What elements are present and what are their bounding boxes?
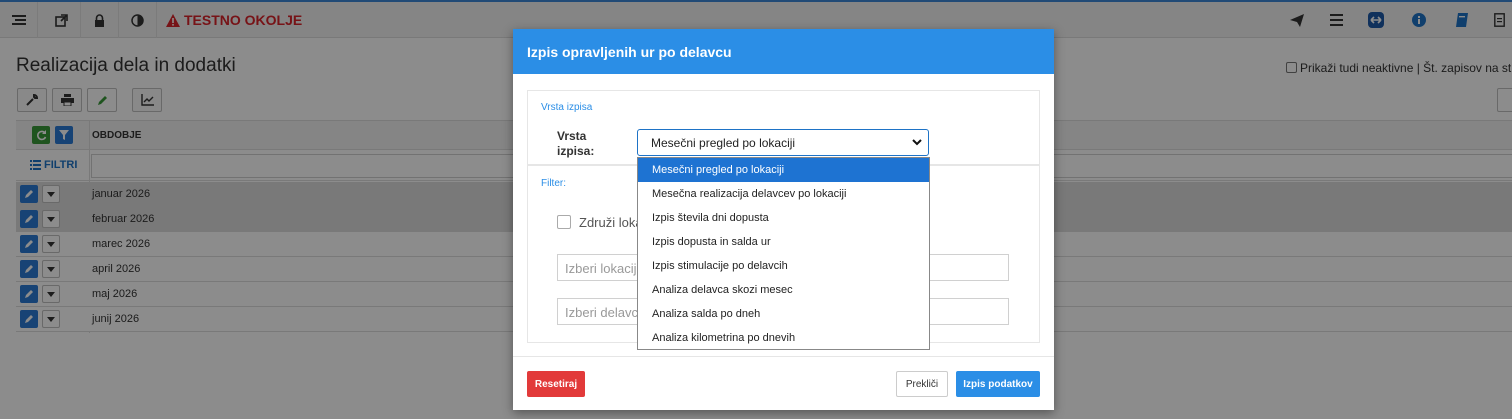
report-type-selected: Mesečni pregled po lokaciji [651, 136, 796, 150]
print-data-button[interactable]: Izpis podatkov [956, 371, 1040, 397]
dialog-footer-divider [513, 356, 1054, 357]
combine-locations-checkbox[interactable] [557, 215, 571, 229]
reset-button[interactable]: Resetiraj [527, 371, 585, 397]
report-type-dropdown: Mesečni pregled po lokaciji Mesečna real… [637, 157, 930, 350]
report-type-label-line1: Vrsta [557, 129, 587, 143]
dialog-title: Izpis opravljenih ur po delavcu [513, 29, 1054, 74]
dropdown-option[interactable]: Izpis števila dni dopusta [638, 206, 929, 230]
dropdown-option[interactable]: Izpis stimulacije po delavcih [638, 254, 929, 278]
dropdown-option[interactable]: Mesečni pregled po lokaciji [638, 158, 929, 182]
filter-section-title: Filter: [541, 178, 566, 189]
dropdown-option[interactable]: Analiza kilometrina po dnevih [638, 326, 929, 350]
report-type-label-line2: izpisa: [557, 144, 595, 158]
cancel-button[interactable]: Prekliči [896, 371, 948, 397]
combine-locations-label: Združi loka [579, 215, 643, 230]
report-type-section-title: Vrsta izpisa [541, 102, 593, 113]
dropdown-option[interactable]: Analiza delavca skozi mesec [638, 278, 929, 302]
report-type-select[interactable]: Mesečni pregled po lokaciji [637, 129, 929, 156]
dropdown-option[interactable]: Mesečna realizacija delavcev po lokaciji [638, 182, 929, 206]
dropdown-option[interactable]: Analiza salda po dneh [638, 302, 929, 326]
report-type-label: Vrsta izpisa: [557, 129, 594, 159]
dropdown-option[interactable]: Izpis dopusta in salda ur [638, 230, 929, 254]
chevron-down-icon [912, 139, 922, 146]
